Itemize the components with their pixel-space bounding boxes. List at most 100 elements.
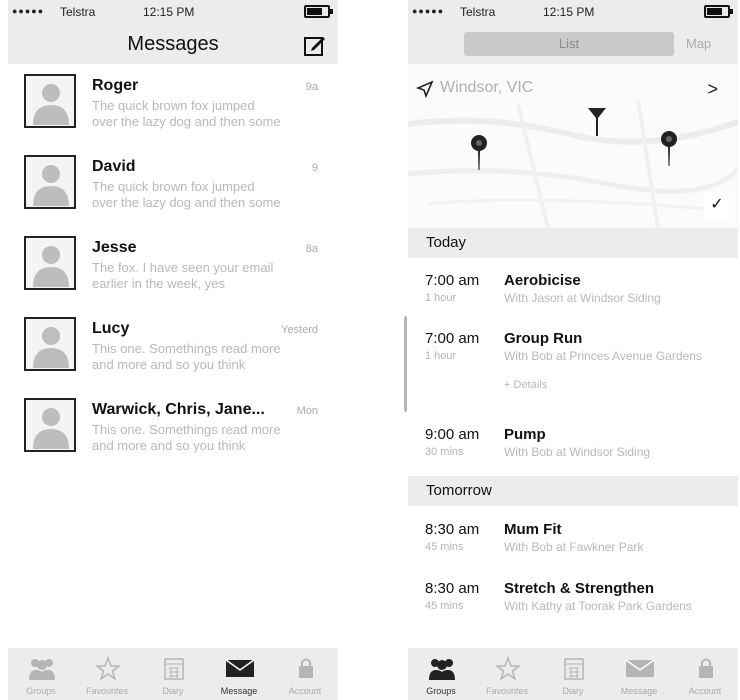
- conversation-row[interactable]: Jesse 8a The fox. I have seen your email…: [8, 226, 338, 307]
- event-duration: 1 hour: [425, 350, 457, 362]
- section-header-tomorrow: Tomorrow: [408, 476, 738, 506]
- groups-screen: ●●●●● Telstra 12:15 PM List Map Windsor,…: [408, 0, 738, 700]
- event-description: With Bob at Fawkner Park: [504, 540, 644, 554]
- checkmark-icon[interactable]: ✓: [704, 192, 730, 218]
- tab-message[interactable]: Message: [606, 648, 672, 700]
- location-label[interactable]: Windsor, VIC: [440, 79, 533, 97]
- tab-label: Favourites: [485, 686, 529, 696]
- tab-label: Message: [220, 686, 258, 696]
- avatar: [24, 74, 76, 128]
- messages-screen: ●●●●● Telstra 12:15 PM Messages Roger 9a…: [8, 0, 338, 700]
- map-pin-icon[interactable]: [659, 130, 679, 166]
- event-duration: 1 hour: [425, 292, 457, 304]
- conversation-row[interactable]: Roger 9a The quick brown fox jumped over…: [8, 64, 338, 145]
- message-time: Mon: [296, 405, 318, 417]
- tab-label: Groups: [426, 686, 456, 696]
- star-icon: [494, 656, 522, 680]
- event-title: Group Run: [504, 330, 583, 347]
- tab-groups[interactable]: Groups: [408, 648, 474, 700]
- tab-diary[interactable]: Diary: [140, 648, 206, 700]
- conversation-row[interactable]: Lucy Yesterd This one. Somethings read m…: [8, 307, 338, 388]
- event-description: With Bob at Windsor Siding: [504, 445, 651, 459]
- section-header-today: Today: [408, 228, 738, 258]
- message-preview: This one. Somethings read more and more …: [92, 341, 281, 372]
- envelope-icon: [225, 659, 255, 677]
- clock: 12:15 PM: [543, 5, 595, 19]
- status-bar: ●●●●● Telstra 12:15 PM: [8, 0, 338, 24]
- tab-diary[interactable]: Diary: [540, 648, 606, 700]
- tab-label: Favourites: [85, 686, 129, 696]
- tab-label: Diary: [162, 686, 184, 696]
- avatar: [24, 236, 76, 290]
- tab-bar: Groups Favourites Diary Message Account: [8, 648, 338, 700]
- message-preview: The quick brown fox jumped over the lazy…: [92, 98, 281, 129]
- tab-message[interactable]: Message: [206, 648, 272, 700]
- message-preview: This one. Somethings read more and more …: [92, 422, 281, 453]
- groups-icon: [429, 659, 455, 680]
- contact-name: David: [92, 158, 136, 175]
- carrier-label: Telstra: [60, 5, 96, 19]
- map-segment[interactable]: Map: [686, 36, 711, 51]
- event-time: 7:00 am: [425, 330, 480, 347]
- tab-account[interactable]: Account: [672, 648, 738, 700]
- map-view[interactable]: Windsor, VIC > ✓: [408, 64, 738, 228]
- event-time: 8:30 am: [425, 521, 480, 538]
- message-preview: The fox. I have seen your email earlier …: [92, 260, 274, 291]
- lock-icon: [699, 658, 713, 678]
- event-duration: 30 mins: [425, 446, 464, 458]
- conversation-list: Roger 9a The quick brown fox jumped over…: [8, 64, 338, 469]
- event-title: Stretch & Strengthen: [504, 580, 655, 597]
- tab-label: Groups: [26, 686, 56, 696]
- tab-favourites[interactable]: Favourites: [474, 648, 540, 700]
- tab-account[interactable]: Account: [272, 648, 338, 700]
- carrier-label: Telstra: [460, 5, 496, 19]
- tab-favourites[interactable]: Favourites: [74, 648, 140, 700]
- event-title: Mum Fit: [504, 521, 562, 538]
- event-title: Pump: [504, 426, 546, 443]
- message-time: 8a: [305, 243, 318, 255]
- page-title: Messages: [127, 33, 219, 55]
- tab-label: Message: [620, 686, 658, 696]
- event-description: With Jason at Windsor Siding: [504, 291, 661, 305]
- event-time: 7:00 am: [425, 272, 480, 289]
- location-arrow-icon: [416, 80, 434, 98]
- avatar: [24, 398, 76, 452]
- tab-bar: Groups Favourites Diary Message Account: [408, 648, 738, 700]
- map-pin-icon[interactable]: [469, 134, 489, 170]
- event-duration: 45 mins: [425, 600, 464, 612]
- battery-icon: [304, 5, 333, 18]
- tab-label: Diary: [562, 686, 584, 696]
- view-toggle: List Map: [408, 24, 738, 64]
- signal-icon: ●●●●●: [12, 6, 45, 16]
- list-segment[interactable]: List: [464, 32, 674, 56]
- groups-icon: [29, 659, 55, 680]
- status-bar: ●●●●● Telstra 12:15 PM: [408, 0, 738, 24]
- event-time: 9:00 am: [425, 426, 480, 443]
- message-time: 9: [311, 162, 318, 174]
- event-title: Aerobicise: [504, 272, 581, 289]
- clock: 12:15 PM: [143, 5, 195, 19]
- tab-groups[interactable]: Groups: [8, 648, 74, 700]
- conversation-row[interactable]: David 9 The quick brown fox jumped over …: [8, 145, 338, 226]
- compose-icon[interactable]: [304, 34, 326, 56]
- event-description: With Kathy at Toorak Park Gardens: [504, 599, 692, 613]
- envelope-icon: [625, 659, 655, 677]
- star-icon: [94, 656, 122, 680]
- chevron-right-icon[interactable]: >: [707, 79, 718, 100]
- conversation-row[interactable]: Warwick, Chris, Jane... Mon This one. So…: [8, 388, 338, 469]
- message-time: Yesterd: [281, 324, 318, 336]
- event-time: 8:30 am: [425, 580, 480, 597]
- message-time: 9a: [305, 81, 318, 93]
- avatar: [24, 317, 76, 371]
- tab-label: Account: [688, 686, 722, 696]
- contact-name: Jesse: [92, 239, 137, 256]
- tab-label: Account: [288, 686, 322, 696]
- nav-bar: Messages: [8, 24, 338, 64]
- scroll-indicator[interactable]: [404, 316, 407, 412]
- event-duration: 45 mins: [425, 541, 464, 553]
- avatar: [24, 155, 76, 209]
- contact-name: Warwick, Chris, Jane...: [92, 401, 265, 418]
- map-marker-icon[interactable]: [587, 106, 607, 136]
- battery-icon: [704, 5, 733, 18]
- details-link[interactable]: + Details: [504, 379, 547, 391]
